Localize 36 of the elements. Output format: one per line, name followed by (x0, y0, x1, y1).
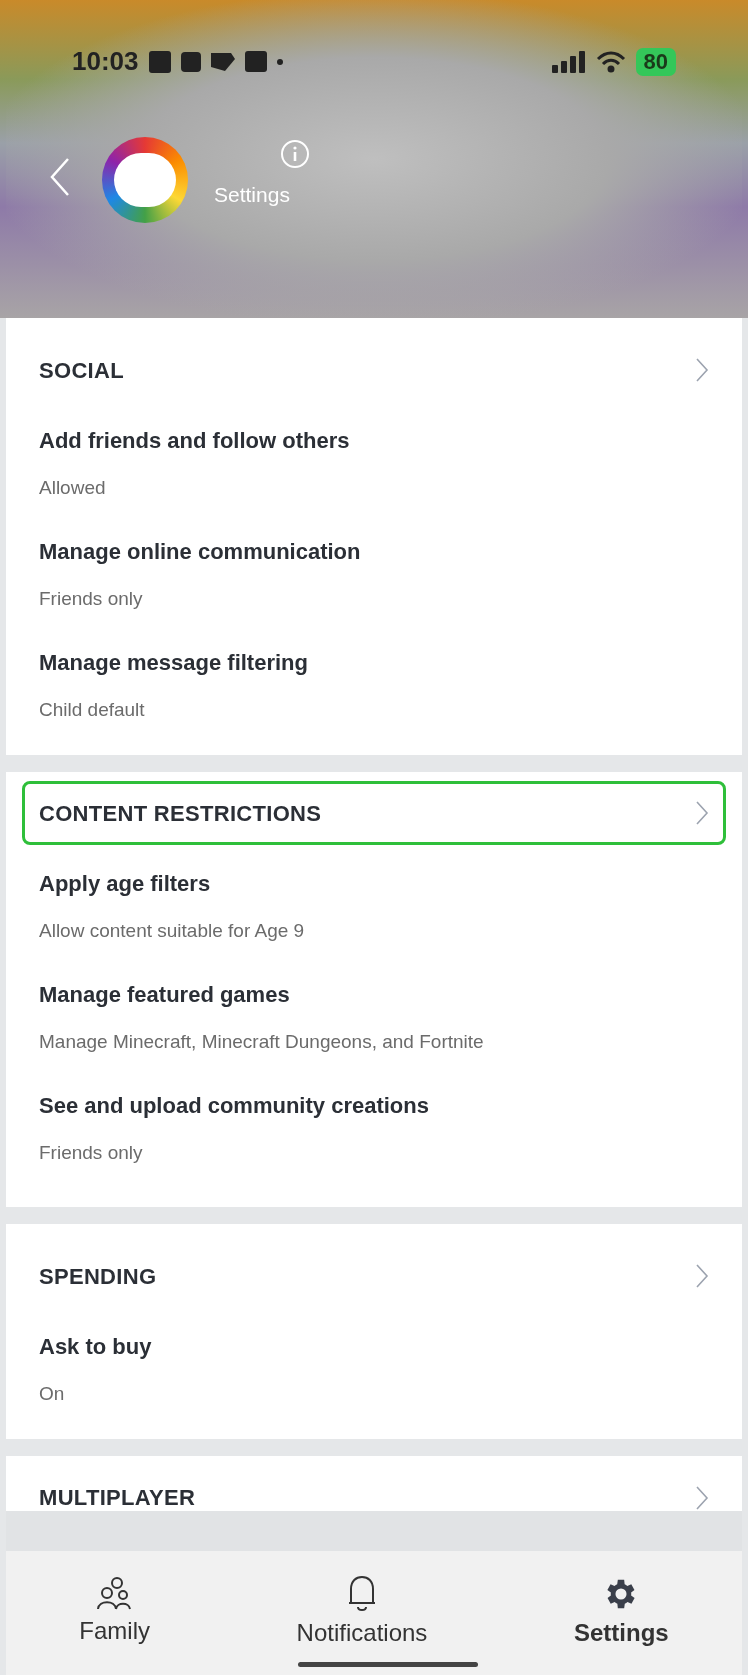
section-header[interactable]: MULTIPLAYER (22, 1484, 726, 1511)
setting-title[interactable]: Manage online communication (39, 538, 361, 566)
section-title: MULTIPLAYER (39, 1484, 196, 1512)
tab-item[interactable]: Settings (563, 1575, 679, 1651)
setting-title[interactable]: Apply age filters (39, 870, 211, 898)
section-title: SPENDING (39, 1262, 157, 1291)
setting-value: Manage Minecraft, Minecraft Dungeons, and Fortnite (39, 1030, 484, 1054)
setting-title[interactable]: See and upload community creations (39, 1092, 429, 1120)
section-header[interactable]: CONTENT RESTRICTIONS (22, 781, 726, 845)
setting-value: Friends only (39, 587, 143, 611)
page-title: Settings (214, 182, 290, 208)
info-icon[interactable] (279, 139, 310, 169)
chevron-right-icon (695, 800, 709, 826)
setting-value: Friends only (39, 1141, 143, 1165)
setting-value: On (39, 1382, 65, 1406)
chevron-right-icon (695, 357, 709, 383)
signal-icon (551, 50, 586, 73)
status-time: 10:03 (72, 45, 139, 78)
setting-title[interactable]: Ask to buy (39, 1333, 152, 1361)
tab-item[interactable]: Notifications (286, 1575, 438, 1651)
wifi-icon (595, 50, 626, 73)
section-title: CONTENT RESTRICTIONS (39, 799, 322, 828)
setting-value: Allowed (39, 476, 106, 500)
setting-value: Child default (39, 698, 145, 722)
section-title: SOCIAL (39, 356, 124, 385)
chevron-right-icon (695, 1263, 709, 1289)
chevron-right-icon (695, 1484, 709, 1511)
section-header[interactable]: SOCIAL (22, 338, 726, 402)
setting-title[interactable]: Manage featured games (39, 981, 290, 1009)
setting-title[interactable]: Manage message filtering (39, 649, 308, 677)
setting-value: Allow content suitable for Age 9 (39, 919, 305, 943)
battery-indicator: 80 (635, 47, 676, 76)
back-icon[interactable] (48, 157, 72, 197)
tab-item[interactable]: Family (69, 1575, 160, 1649)
setting-title[interactable]: Add friends and follow others (39, 427, 350, 455)
section-header[interactable]: SPENDING (22, 1244, 726, 1308)
